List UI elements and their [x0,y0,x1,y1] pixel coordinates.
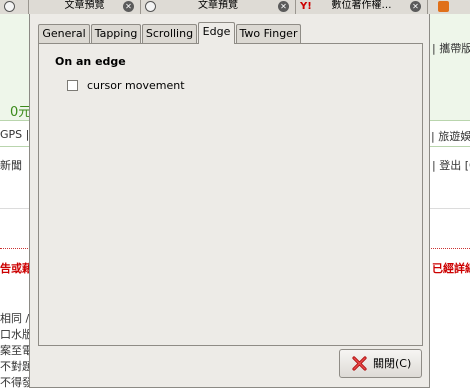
alert-text: 已經詳細 [432,262,470,275]
browser-tab-title: 文章預覽 [198,0,238,11]
rss-icon [438,1,449,12]
page-icon [4,1,15,12]
nav-link[interactable]: | 旅遊娛 [431,128,470,144]
close-icon[interactable]: ✕ [278,1,289,12]
brand-link[interactable]: | 攜帶版 [432,40,470,56]
body-text: 相同 / [0,312,30,325]
close-x-icon [352,356,367,371]
cursor-movement-checkbox[interactable] [67,80,78,91]
cursor-movement-label[interactable]: cursor movement [87,79,185,92]
tab-edge[interactable]: Edge [198,22,235,44]
tab-general[interactable]: General [38,24,90,43]
nav-link[interactable]: GPS | [0,128,29,141]
close-button[interactable]: 關閉(C) [339,349,422,378]
browser-tab[interactable]: Y! 數位著作權… ✕ [296,0,428,14]
close-icon[interactable]: ✕ [123,1,134,12]
browser-tab[interactable]: 文章預覽 ✕ [141,0,296,14]
tab-tapping[interactable]: Tapping [91,24,141,43]
section-heading: On an edge [55,55,126,68]
tab-scrolling[interactable]: Scrolling [142,24,197,43]
browser-tab[interactable]: 文章預覽 ✕ [29,0,141,14]
close-button-label: 關閉(C) [373,357,412,370]
browser-tab-bar: 文章預覽 ✕ 文章預覽 ✕ Y! 數位著作權… ✕ [0,0,470,15]
edge-tab-panel: On an edge cursor movement [38,43,423,346]
browser-tab-partial[interactable] [0,0,29,14]
close-icon[interactable]: ✕ [410,1,421,12]
touchpad-preferences-dialog: General Tapping Scrolling Edge Two Finge… [29,14,430,388]
browser-tab[interactable] [428,0,470,14]
news-link[interactable]: 新聞 [0,157,22,173]
tab-two-finger[interactable]: Two Finger [236,24,301,43]
browser-tab-title: 數位著作權… [331,0,392,11]
logout-link[interactable]: | 登出 [G [432,157,470,173]
